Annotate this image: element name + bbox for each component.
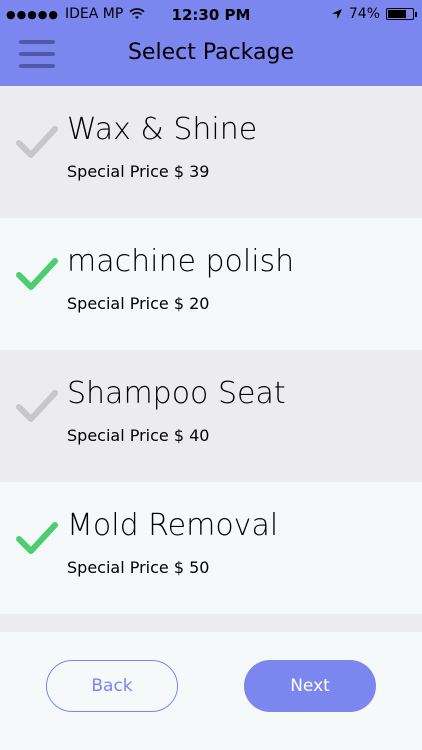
next-package-peek — [0, 614, 422, 632]
package-item-machine-polish[interactable]: machine polish Special Price $ 20 — [0, 218, 422, 350]
package-item-wax-shine[interactable]: Wax & Shine Special Price $ 39 — [0, 86, 422, 218]
status-bar: ●●●●● IDEA MP 12:30 PM 74% — [0, 0, 422, 30]
next-button[interactable]: Next — [244, 660, 376, 712]
package-list: Wax & Shine Special Price $ 39 machine p… — [0, 86, 422, 614]
package-item-mold-removal[interactable]: Mold Removal Special Price $ 50 — [0, 482, 422, 614]
battery-percent: 74% — [348, 6, 380, 22]
package-name: Wax & Shine — [67, 112, 258, 147]
location-arrow-icon — [331, 9, 342, 19]
page-title: Select Package — [127, 40, 295, 65]
package-price: Special Price $ 20 — [67, 294, 210, 313]
status-right: 74% — [331, 6, 417, 22]
package-price: Special Price $ 50 — [67, 558, 210, 577]
back-button[interactable]: Back — [46, 660, 178, 712]
checkmark-icon — [16, 522, 58, 554]
checkmark-icon — [16, 390, 58, 422]
package-name: machine polish — [67, 244, 295, 279]
package-name: Mold Removal — [67, 508, 279, 543]
package-price: Special Price $ 39 — [67, 162, 210, 181]
checkmark-icon — [16, 126, 58, 158]
app-header: ●●●●● IDEA MP 12:30 PM 74% Select Packag… — [0, 0, 422, 86]
package-name: Shampoo Seat — [67, 376, 286, 411]
battery-icon — [386, 8, 417, 20]
package-item-shampoo-seat[interactable]: Shampoo Seat Special Price $ 40 — [0, 350, 422, 482]
package-price: Special Price $ 40 — [67, 426, 210, 445]
checkmark-icon — [16, 258, 58, 290]
